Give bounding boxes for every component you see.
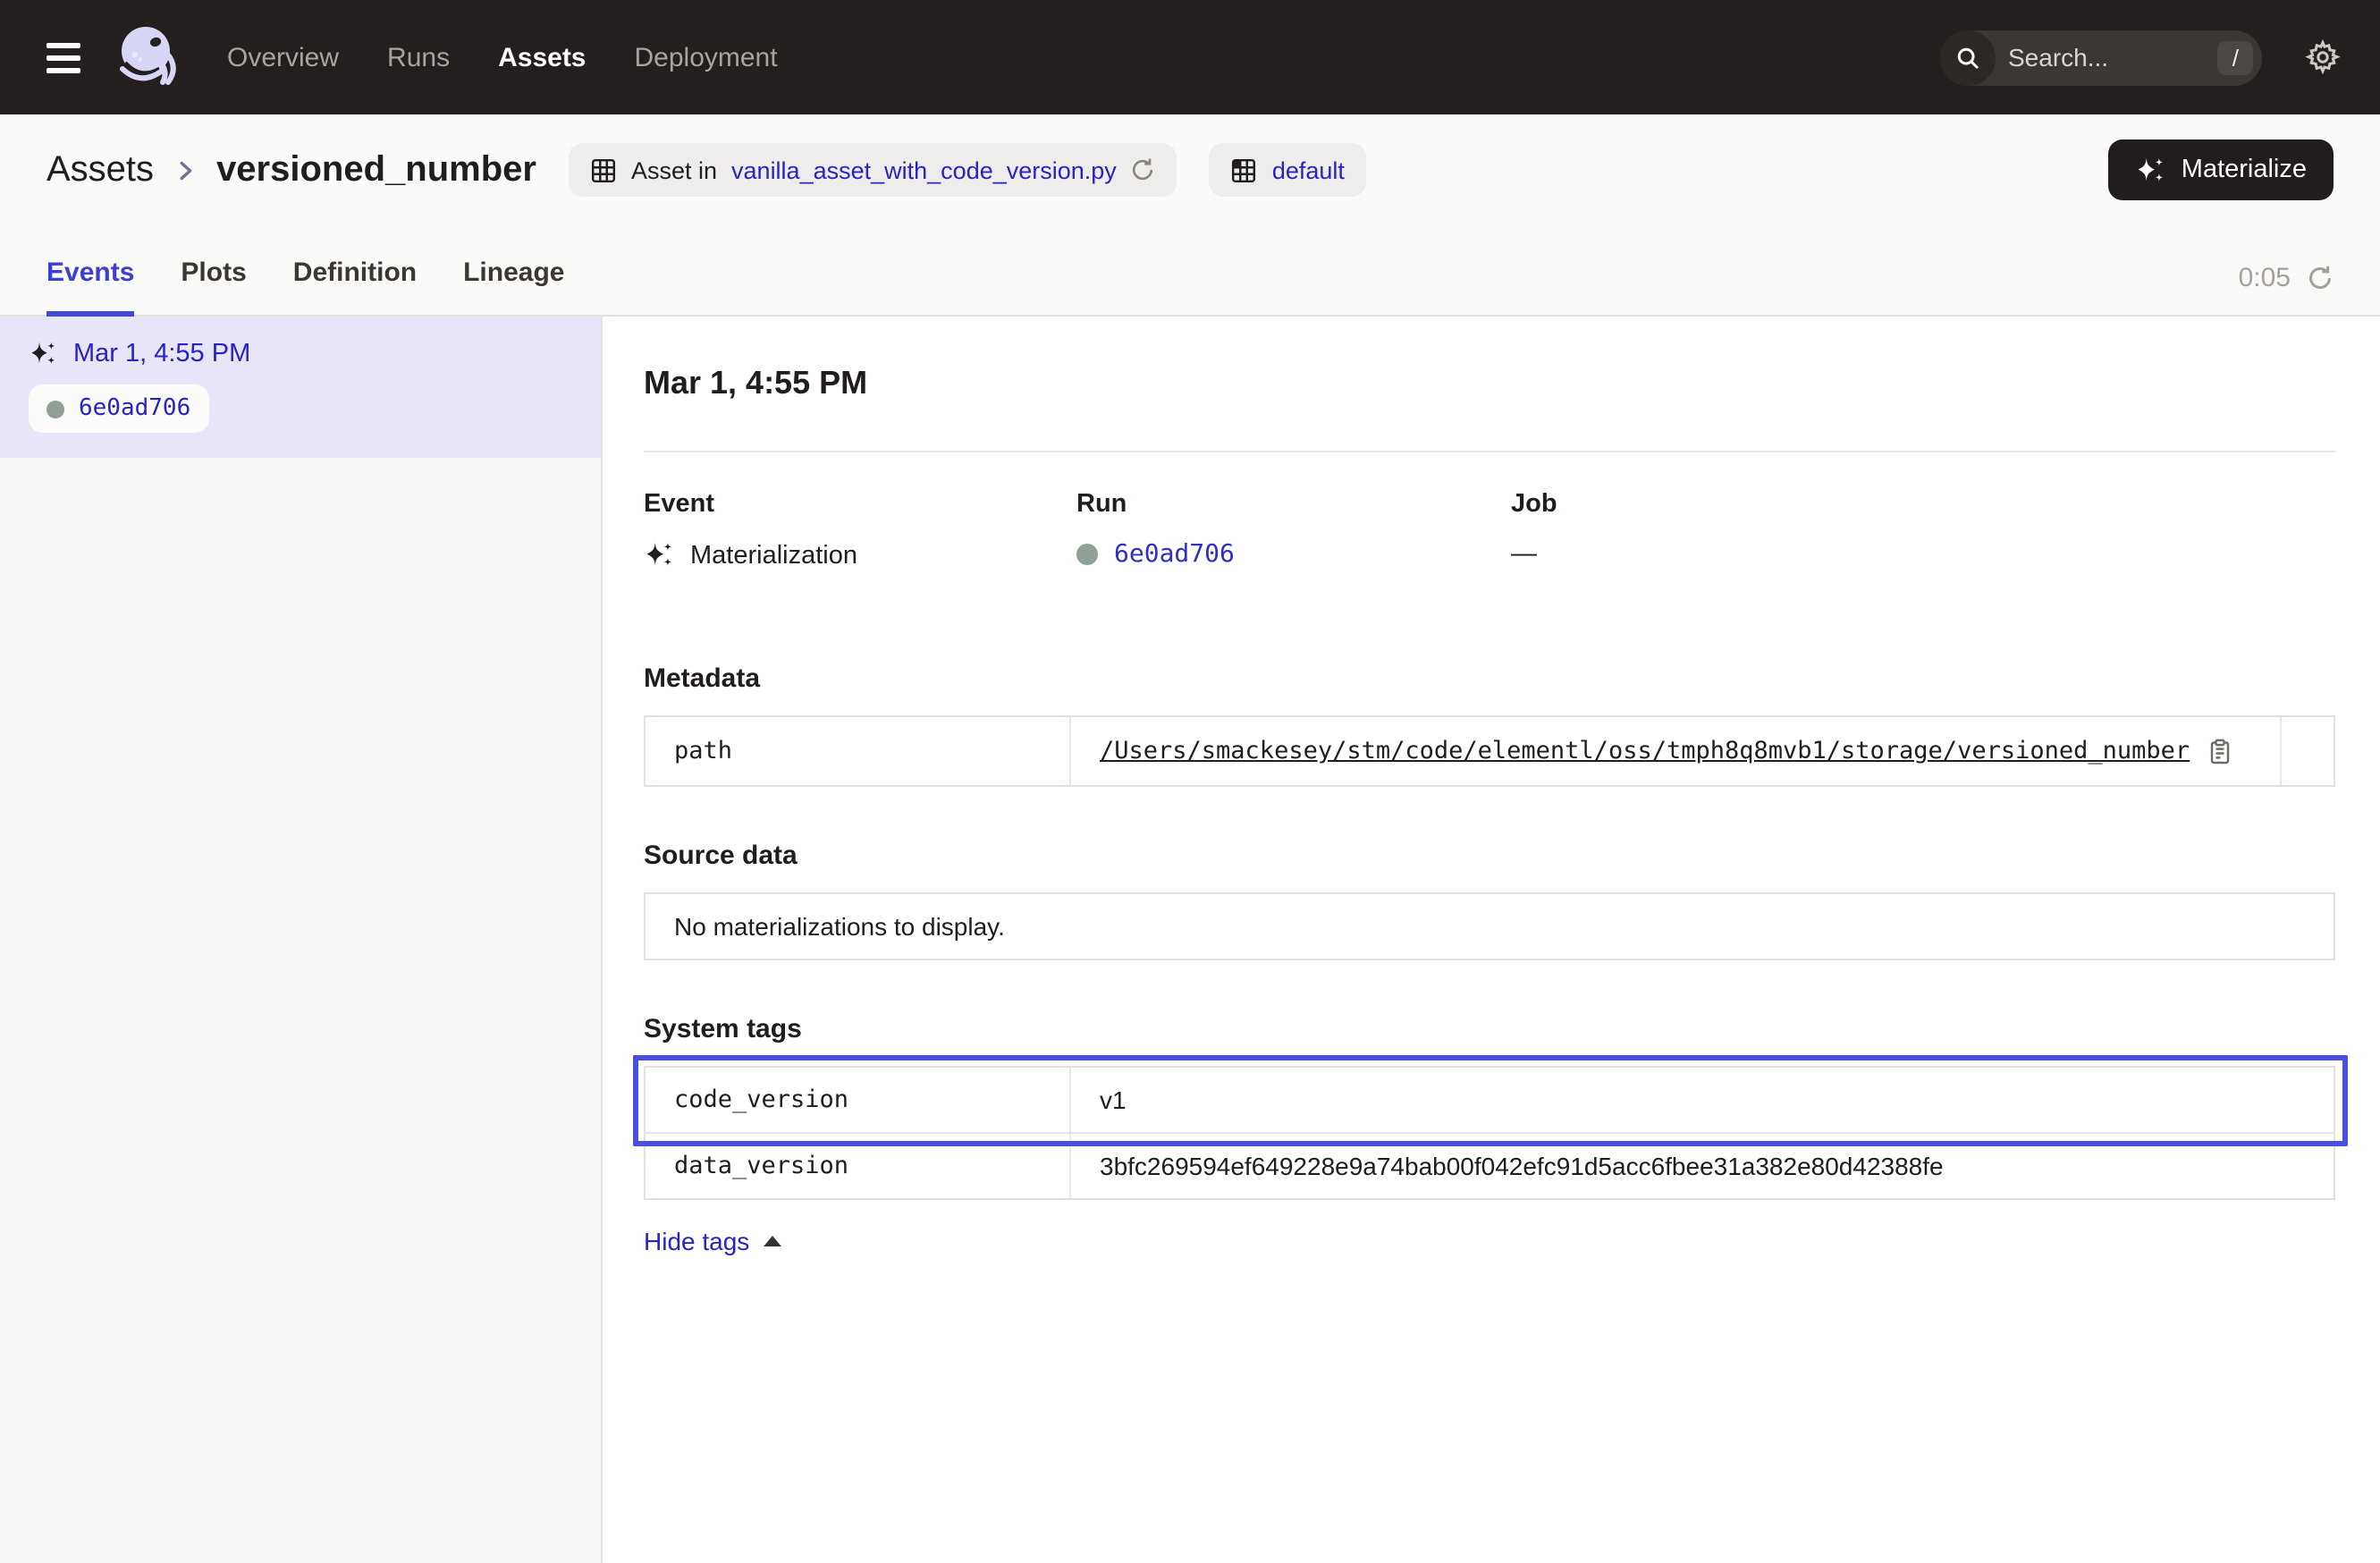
source-data-section: Source data No materializations to displ… bbox=[644, 841, 2335, 960]
event-type-value: Materialization bbox=[690, 541, 857, 570]
source-data-empty-message: No materializations to display. bbox=[644, 892, 2335, 960]
divider bbox=[644, 451, 2335, 452]
metadata-section: Metadata path /Users/smackesey/stm/code/… bbox=[644, 663, 2335, 787]
table-row: path /Users/smackesey/stm/code/elementl/… bbox=[646, 717, 2334, 785]
refresh-countdown: 0:05 bbox=[2239, 263, 2291, 293]
grid-icon bbox=[1231, 156, 1258, 183]
tag-key: code_version bbox=[646, 1068, 1071, 1132]
path-link[interactable]: /Users/smackesey/stm/code/elementl/oss/t… bbox=[1100, 737, 2190, 765]
system-tags-section: System tags code_version v1 data_version… bbox=[644, 1014, 2335, 1259]
table-row: data_version 3bfc269594ef649228e9a74bab0… bbox=[646, 1132, 2334, 1198]
breadcrumb-assets-link[interactable]: Assets bbox=[46, 149, 154, 190]
refresh-icon[interactable] bbox=[2307, 265, 2334, 291]
primary-nav: Overview Runs Assets Deployment bbox=[227, 42, 778, 72]
chevron-right-icon bbox=[172, 156, 198, 183]
breadcrumb: Assets versioned_number Asset in vanilla… bbox=[0, 114, 2380, 225]
metadata-table: path /Users/smackesey/stm/code/elementl/… bbox=[644, 715, 2335, 787]
search-input[interactable] bbox=[1996, 43, 2218, 72]
tab-definition[interactable]: Definition bbox=[293, 258, 417, 317]
asset-definition-badge: Asset in vanilla_asset_with_code_version… bbox=[569, 143, 1177, 197]
tag-key: data_version bbox=[646, 1134, 1071, 1198]
tag-value: v1 bbox=[1100, 1086, 1127, 1114]
run-label: Run bbox=[1076, 490, 1511, 519]
event-heading: Mar 1, 4:55 PM bbox=[644, 365, 2335, 402]
metadata-key: path bbox=[646, 717, 1071, 785]
tab-events[interactable]: Events bbox=[46, 258, 134, 317]
event-timestamp-link[interactable]: Mar 1, 4:55 PM bbox=[73, 340, 250, 368]
asset-badge-prefix: Asset in bbox=[631, 156, 717, 183]
tag-value: 3bfc269594ef649228e9a74bab00f042efc91d5a… bbox=[1100, 1152, 1944, 1180]
table-row: code_version v1 bbox=[646, 1068, 2334, 1132]
asset-group-badge: default bbox=[1210, 143, 1366, 197]
asset-header: Assets versioned_number Asset in vanilla… bbox=[0, 114, 2380, 317]
job-value: — bbox=[1511, 540, 1537, 569]
materialize-label: Materialize bbox=[2182, 156, 2307, 184]
search-icon bbox=[1940, 30, 1996, 85]
nav-link-deployment[interactable]: Deployment bbox=[635, 42, 778, 72]
materialize-button[interactable]: Materialize bbox=[2108, 139, 2334, 200]
event-list-item[interactable]: Mar 1, 4:55 PM 6e0ad706 bbox=[0, 317, 601, 458]
auto-refresh: 0:05 bbox=[2239, 263, 2334, 315]
run-id-link[interactable]: 6e0ad706 bbox=[1114, 540, 1235, 569]
sparkle-icon bbox=[29, 340, 57, 368]
event-list-sidebar: Mar 1, 4:55 PM 6e0ad706 bbox=[0, 317, 603, 1563]
sparkle-icon bbox=[2135, 155, 2165, 185]
run-status-dot bbox=[1076, 544, 1098, 565]
job-label: Job bbox=[1511, 490, 1557, 519]
hide-tags-label: Hide tags bbox=[644, 1227, 749, 1255]
source-data-title: Source data bbox=[644, 841, 2335, 871]
gear-icon[interactable] bbox=[2305, 39, 2341, 75]
event-info-row: Event Materialization Run 6 bbox=[644, 490, 2335, 570]
group-link[interactable]: default bbox=[1272, 156, 1345, 183]
hide-tags-link[interactable]: Hide tags bbox=[644, 1227, 781, 1255]
run-id-badge[interactable]: 6e0ad706 bbox=[29, 384, 208, 433]
refresh-icon[interactable] bbox=[1131, 157, 1156, 182]
hamburger-icon[interactable] bbox=[43, 35, 84, 80]
tab-plots[interactable]: Plots bbox=[181, 258, 246, 317]
asset-tabs: Events Plots Definition Lineage 0:05 bbox=[0, 225, 2380, 317]
page-title: versioned_number bbox=[216, 149, 536, 190]
nav-link-runs[interactable]: Runs bbox=[387, 42, 450, 72]
top-nav: Overview Runs Assets Deployment / bbox=[0, 0, 2380, 114]
grid-icon bbox=[590, 156, 617, 183]
table-gutter bbox=[2280, 717, 2334, 785]
sparkle-icon bbox=[644, 540, 674, 570]
search-box[interactable]: / bbox=[1940, 30, 2262, 85]
system-tags-table: code_version v1 data_version 3bfc269594e… bbox=[644, 1066, 2335, 1200]
run-id-label: 6e0ad706 bbox=[79, 395, 190, 422]
dagster-logo[interactable] bbox=[113, 21, 184, 93]
event-detail-panel: Mar 1, 4:55 PM Event Materialization bbox=[603, 317, 2380, 1563]
nav-link-assets[interactable]: Assets bbox=[498, 42, 586, 72]
metadata-title: Metadata bbox=[644, 663, 2335, 694]
asset-file-link[interactable]: vanilla_asset_with_code_version.py bbox=[731, 156, 1117, 183]
caret-up-icon bbox=[764, 1236, 781, 1246]
system-tags-title: System tags bbox=[644, 1014, 2335, 1044]
run-status-dot bbox=[46, 400, 64, 418]
search-shortcut-key: / bbox=[2218, 40, 2253, 74]
event-label: Event bbox=[644, 490, 1076, 519]
nav-link-overview[interactable]: Overview bbox=[227, 42, 339, 72]
tab-lineage[interactable]: Lineage bbox=[463, 258, 564, 317]
clipboard-icon[interactable] bbox=[2206, 738, 2232, 765]
